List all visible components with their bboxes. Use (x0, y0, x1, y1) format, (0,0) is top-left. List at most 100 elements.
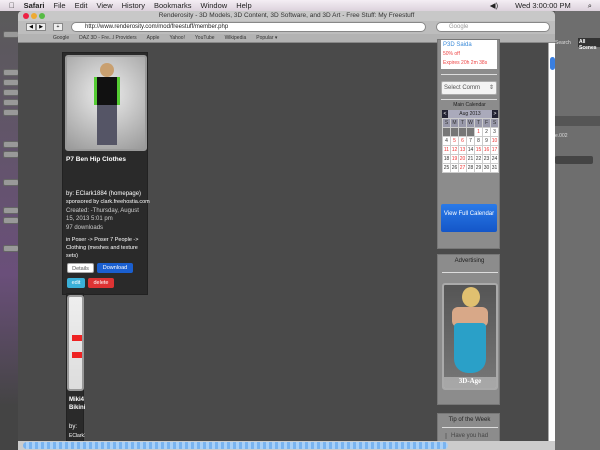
calendar-day[interactable]: 6 (458, 136, 467, 146)
edit-button[interactable]: edit (67, 278, 85, 288)
calendar-day[interactable]: 2 (482, 127, 491, 137)
calendar-day[interactable]: 4 (442, 136, 451, 146)
divider (441, 99, 497, 100)
freestuff-item-card: Miki4 Bikini by: EClark1884 (66, 293, 85, 443)
blender-button[interactable] (3, 79, 19, 86)
calendar-day[interactable]: 26 (450, 163, 459, 173)
calendar-day[interactable]: 28 (466, 163, 475, 173)
item-thumbnail[interactable] (67, 295, 84, 391)
calendar-grid: S M T W T F S 1 2 3 4 5 6 7 8 9 10 11 12 13 14 15 16 17 18 19 20 21… (442, 118, 499, 173)
promo-name[interactable]: P3D Saida (443, 42, 472, 48)
calendar-day[interactable]: 22 (474, 154, 483, 164)
zoom-button[interactable] (39, 13, 45, 19)
blender-scenes-select[interactable]: All Scenes (578, 38, 600, 51)
bookmark-youtube[interactable]: YouTube (195, 35, 215, 41)
calendar-day[interactable]: 11 (442, 145, 451, 155)
calendar-day[interactable]: 13 (458, 145, 467, 155)
calendar-day[interactable]: 23 (482, 154, 491, 164)
select-arrows-icon: ⇕ (488, 85, 494, 91)
scrollbar-thumb[interactable] (550, 57, 555, 70)
page-content: P7 Ben Hip Clothes by: EClark1884 (homep… (18, 39, 548, 450)
blender-button[interactable] (3, 245, 19, 252)
menu-edit[interactable]: Edit (75, 1, 88, 10)
calendar-day[interactable]: 18 (442, 154, 451, 164)
bookmark-google[interactable]: Google (53, 35, 69, 41)
menu-bookmarks[interactable]: Bookmarks (154, 1, 192, 10)
item-title[interactable]: Miki4 Bikini (69, 396, 85, 412)
weekday-header: W (466, 118, 475, 128)
blender-button[interactable] (3, 109, 19, 116)
item-sponsor[interactable]: sponsored by clark.freehostia.com (66, 198, 150, 206)
calendar-day[interactable]: 16 (482, 145, 491, 155)
blender-button[interactable] (3, 89, 19, 96)
calendar-day[interactable]: 19 (450, 154, 459, 164)
search-input[interactable]: Google (436, 22, 550, 32)
calendar-day[interactable]: 5 (450, 136, 459, 146)
calendar-day[interactable]: 30 (482, 163, 491, 173)
details-button[interactable]: Details (67, 263, 94, 273)
promo-card[interactable]: P3D Saida 50% off Expires 20h 2m 38s (441, 40, 497, 69)
bookmark-yahoo[interactable]: Yahoo! (169, 35, 184, 41)
blender-button[interactable] (3, 31, 19, 38)
bookmark-apple[interactable]: Apple (147, 35, 160, 41)
calendar-day[interactable]: 21 (466, 154, 475, 164)
calendar-day[interactable]: 20 (458, 154, 467, 164)
menu-history[interactable]: History (122, 1, 145, 10)
calendar-day[interactable]: 14 (466, 145, 475, 155)
calendar-day[interactable]: 27 (458, 163, 467, 173)
bookmark-wikipedia[interactable]: Wikipedia (225, 35, 247, 41)
blender-button[interactable] (3, 151, 19, 158)
bookmark-popular[interactable]: Popular ▾ (256, 35, 277, 41)
calendar-day[interactable]: 12 (450, 145, 459, 155)
close-button[interactable] (23, 13, 29, 19)
calendar-day[interactable]: 3 (490, 127, 499, 137)
menu-safari[interactable]: Safari (24, 1, 45, 10)
spotlight-icon[interactable]: ⌕ (588, 1, 592, 11)
menu-view[interactable]: View (97, 1, 113, 10)
item-author[interactable]: EClark1884 (69, 432, 85, 440)
calendar-day[interactable]: 7 (466, 136, 475, 146)
download-button[interactable]: Download (97, 263, 133, 273)
item-thumbnail[interactable] (65, 55, 147, 151)
community-select[interactable]: Select Comm ⇕ (441, 81, 497, 95)
blender-button[interactable] (3, 99, 19, 106)
calendar-day[interactable]: 25 (442, 163, 451, 173)
address-bar[interactable]: http://www.renderosity.com/mod/freestuff… (71, 22, 426, 32)
volume-icon[interactable]: ◀) (490, 1, 498, 11)
calendar-day[interactable]: 9 (482, 136, 491, 146)
blender-button[interactable] (3, 217, 19, 224)
blender-button[interactable] (3, 179, 19, 186)
blender-button[interactable] (3, 141, 19, 148)
clock[interactable]: Wed 3:00:00 PM (515, 1, 571, 11)
calendar-next-button[interactable]: > (492, 110, 498, 118)
menu-window[interactable]: Window (201, 1, 228, 10)
bookmark-daz[interactable]: DAZ 3D - Fre...l Providers (79, 35, 137, 41)
menu-help[interactable]: Help (236, 1, 251, 10)
calendar-day[interactable]: 15 (474, 145, 483, 155)
advertisement-image[interactable]: 3D-Age (442, 283, 498, 390)
calendar-day[interactable]: 8 (474, 136, 483, 146)
calendar-day[interactable]: 31 (490, 163, 499, 173)
blender-button[interactable] (3, 207, 19, 214)
blender-button[interactable] (3, 69, 19, 76)
item-author[interactable]: by: EClark1884 (homepage) (66, 190, 148, 198)
calendar-day[interactable]: 29 (474, 163, 483, 173)
view-full-calendar-button[interactable]: View Full Calendar (441, 204, 497, 232)
menu-file[interactable]: File (53, 1, 65, 10)
back-button[interactable]: ◀ (26, 23, 36, 31)
delete-button[interactable]: delete (88, 278, 114, 288)
blender-properties-tabs[interactable] (555, 116, 600, 126)
calendar-day[interactable]: 24 (490, 154, 499, 164)
calendar-day[interactable]: 1 (474, 127, 483, 137)
calendar-day[interactable]: 10 (490, 136, 499, 146)
calendar-prev-button[interactable]: < (442, 110, 448, 118)
calendar-day[interactable]: 17 (490, 145, 499, 155)
apple-icon[interactable]:  (9, 1, 15, 10)
vertical-scrollbar[interactable] (548, 43, 555, 441)
item-title[interactable]: P7 Ben Hip Clothes (66, 156, 126, 164)
blender-dropdown[interactable] (555, 156, 593, 164)
minimize-button[interactable] (31, 13, 37, 19)
forward-button[interactable]: ▶ (36, 23, 46, 31)
add-bookmark-button[interactable]: + (53, 23, 63, 31)
item-category[interactable]: in Poser -> Poser 7 People -> Clothing (… (66, 236, 148, 260)
